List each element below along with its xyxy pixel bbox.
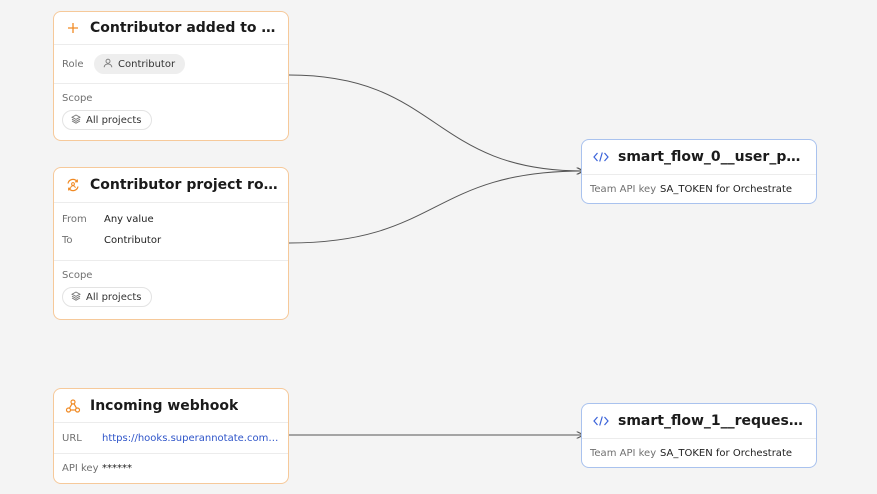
to-label: To <box>62 234 73 246</box>
plus-icon <box>64 19 82 37</box>
role-chip: Contributor <box>94 54 186 74</box>
scope-value: All projects <box>86 114 142 126</box>
team-api-key-value: SA_TOKEN for Orchestrate <box>660 447 793 459</box>
node-header: smart_flow_0__user_profil... <box>582 140 816 175</box>
team-api-key-value: SA_TOKEN for Orchestrate <box>660 183 793 195</box>
edge-trigger-1-to-action-1[interactable] <box>288 74 583 171</box>
code-icon <box>592 148 610 166</box>
trigger-node-contributor-role-updated[interactable]: Contributor project role up... From Any … <box>53 167 289 320</box>
edge-trigger-2-to-action-1[interactable] <box>288 171 583 244</box>
node-title: smart_flow_1__request_ha... <box>618 413 806 429</box>
node-title: smart_flow_0__user_profil... <box>618 149 806 165</box>
from-value: Any value <box>104 213 154 225</box>
scope-label: Scope <box>62 269 93 281</box>
node-title: Incoming webhook <box>90 397 239 414</box>
to-value: Contributor <box>104 234 162 246</box>
from-label: From <box>62 213 87 225</box>
layers-icon <box>71 113 81 127</box>
user-icon <box>103 58 113 71</box>
team-api-key-label: Team API key <box>590 447 657 459</box>
team-api-key-label: Team API key <box>590 183 657 195</box>
node-header: smart_flow_1__request_ha... <box>582 404 816 439</box>
trigger-node-contributor-added[interactable]: Contributor added to proje... Role Contr… <box>53 11 289 141</box>
node-header: Contributor project role up... <box>54 168 288 203</box>
action-node-smart-flow-0[interactable]: smart_flow_0__user_profil... Team API ke… <box>581 139 817 204</box>
code-icon <box>592 412 610 430</box>
api-key-label: API key <box>62 462 99 474</box>
node-title: Contributor added to proje... <box>90 20 278 36</box>
role-label: Role <box>62 58 84 70</box>
role-value: Contributor <box>118 58 176 70</box>
api-key-value: ****** <box>102 462 132 474</box>
webhook-icon <box>64 397 82 415</box>
node-header: Incoming webhook <box>54 389 288 423</box>
webhook-url[interactable]: https://hooks.superannotate.com/a... <box>102 433 280 444</box>
scope-chip: All projects <box>62 110 152 130</box>
trigger-node-incoming-webhook[interactable]: Incoming webhook URL https://hooks.super… <box>53 388 289 484</box>
role-update-icon <box>64 176 82 194</box>
action-node-smart-flow-1[interactable]: smart_flow_1__request_ha... Team API key… <box>581 403 817 468</box>
node-title: Contributor project role up... <box>90 177 278 193</box>
scope-chip: All projects <box>62 287 152 307</box>
layers-icon <box>71 290 81 304</box>
scope-value: All projects <box>86 291 142 303</box>
url-label: URL <box>62 432 82 444</box>
scope-label: Scope <box>62 92 93 104</box>
node-header: Contributor added to proje... <box>54 12 288 45</box>
